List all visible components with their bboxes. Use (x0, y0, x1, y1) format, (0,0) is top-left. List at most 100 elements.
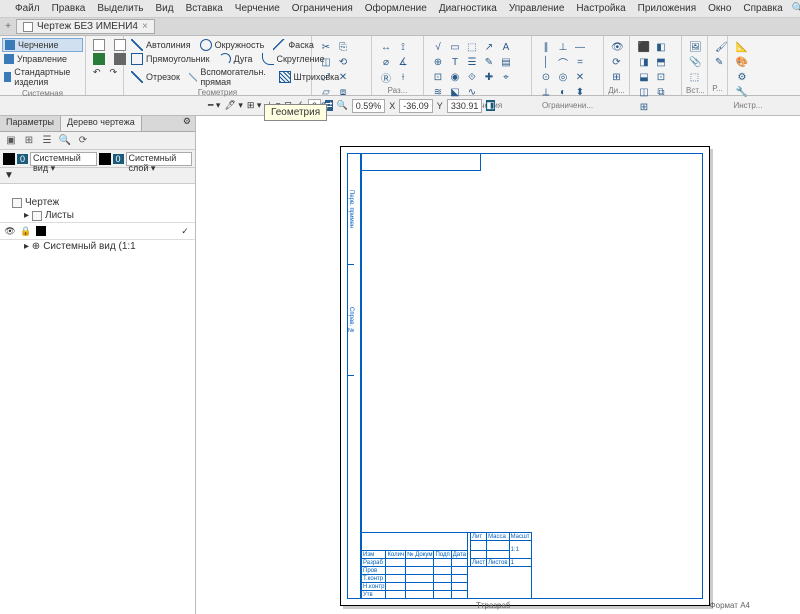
instr-tool[interactable]: 🔧 (734, 85, 750, 99)
t-tool[interactable]: ✎ (714, 55, 724, 69)
autoline-tool[interactable]: Автолиния (128, 38, 194, 52)
constr-tool[interactable]: = (572, 55, 588, 69)
menu-view[interactable]: Вид (151, 2, 179, 15)
ins-tool[interactable]: 📎 (688, 55, 702, 69)
tree-btn[interactable]: 🔍 (57, 134, 73, 148)
snap-toggle[interactable]: ⊞ ▾ (247, 100, 262, 111)
annot-tool[interactable]: ✚ (481, 70, 497, 84)
annot-tool[interactable]: ⊕ (430, 55, 446, 69)
tree-btn[interactable]: ☰ (39, 134, 55, 148)
instr-tool[interactable]: ⚙ (734, 70, 750, 84)
menu-select[interactable]: Выделить (92, 2, 148, 15)
menu-help[interactable]: Справка (738, 2, 787, 15)
dim-tool[interactable]: Ⓡ (378, 70, 394, 84)
zoom-value[interactable]: 0.59% (352, 99, 386, 113)
annot-tool[interactable]: ⬕ (447, 85, 463, 99)
constr-tool[interactable]: — (572, 40, 588, 54)
annot-tool[interactable]: ⌖ (498, 70, 514, 84)
segment-tool[interactable]: Отрезок (128, 70, 183, 84)
dim-tool[interactable]: ∡ (395, 55, 411, 69)
save-button[interactable] (90, 52, 108, 66)
view-tool[interactable]: ◫ (636, 85, 652, 99)
menu-settings[interactable]: Настройка (571, 2, 630, 15)
edit-tool[interactable]: ⧈ (335, 85, 351, 99)
layer-selector[interactable]: Системный слой ▾ (126, 152, 192, 166)
menu-edit[interactable]: Правка (47, 2, 91, 15)
menu-window[interactable]: Окно (703, 2, 736, 15)
dim-tool[interactable]: ⌀ (378, 55, 394, 69)
tab-close-button[interactable]: × (142, 21, 148, 32)
annot-tool[interactable]: ✎ (481, 55, 497, 69)
view-tool[interactable]: ⊞ (636, 100, 652, 114)
constr-tool[interactable]: ⟂ (538, 85, 554, 99)
constr-tool[interactable]: ⬍ (572, 85, 588, 99)
diag-tool[interactable]: ⊞ (610, 70, 623, 84)
constr-tool[interactable]: ◎ (555, 70, 571, 84)
linetype-dropdown[interactable]: ━ ▾ (208, 100, 220, 111)
mode-std-parts[interactable]: Стандартные изделия (2, 66, 83, 88)
menu-format[interactable]: Оформление (360, 2, 432, 15)
annot-tool[interactable]: T (447, 55, 463, 69)
mode-drawing[interactable]: Черчение (2, 38, 83, 52)
swatch-icon[interactable] (36, 226, 46, 236)
tree-system-view[interactable]: ▸ ⊕ Системный вид (1:1 (0, 240, 195, 253)
constr-tool[interactable]: ∥ (538, 40, 554, 54)
menu-manage[interactable]: Управление (504, 2, 570, 15)
annot-tool[interactable]: ☰ (464, 55, 480, 69)
annot-tool[interactable]: ▤ (498, 55, 514, 69)
tab-tree[interactable]: Дерево чертежа (61, 116, 142, 131)
rectangle-tool[interactable]: Прямоугольник (128, 52, 213, 66)
filter-icon[interactable]: ▼ (4, 170, 14, 181)
extra-button[interactable]: ◧ (486, 100, 495, 111)
instr-tool[interactable]: 🎨 (734, 55, 750, 69)
tree-btn[interactable]: ⊞ (21, 134, 37, 148)
annot-tool[interactable]: ◉ (447, 70, 463, 84)
edit-tool[interactable]: ▱ (318, 85, 334, 99)
diag-tool[interactable]: 👁 (610, 40, 625, 54)
color-dropdown[interactable]: 🖊 ▾ (224, 100, 242, 111)
annot-tool[interactable]: ↗ (481, 40, 497, 54)
constr-tool[interactable]: ✕ (572, 70, 588, 84)
diag-tool[interactable]: ⟳ (610, 55, 623, 69)
edit-tool[interactable]: ✂ (318, 40, 334, 54)
edit-tool[interactable]: ⎘ (335, 40, 351, 54)
view-tool[interactable]: ⬓ (636, 70, 652, 84)
auxline-tool[interactable]: Вспомогательн. прямая (186, 66, 273, 88)
panel-settings-icon[interactable]: ⚙ (179, 116, 195, 131)
tree-btn[interactable]: ▣ (3, 134, 19, 148)
edit-tool[interactable]: ◫ (318, 55, 334, 69)
view-tool[interactable]: ⬒ (653, 55, 669, 69)
edit-tool[interactable]: ⟲ (335, 55, 351, 69)
lock-icon[interactable]: 🔒 (20, 225, 32, 237)
t-tool[interactable]: 🖌 (714, 40, 729, 54)
instr-tool[interactable]: 📐 (734, 40, 750, 54)
tree-sheets[interactable]: ▸ Листы (0, 209, 195, 222)
view-tool[interactable]: ◧ (653, 40, 669, 54)
constr-tool[interactable]: ⊙ (538, 70, 554, 84)
annot-tool[interactable]: ⟐ (464, 70, 480, 84)
annot-tool[interactable]: ≋ (430, 85, 446, 99)
menu-insert[interactable]: Вставка (181, 2, 228, 15)
circle-tool[interactable]: Окружность (197, 38, 268, 52)
view-tool[interactable]: ◨ (636, 55, 652, 69)
mode-control[interactable]: Управление (2, 53, 83, 65)
status-icon[interactable]: ✓ (179, 225, 191, 237)
menu-file[interactable]: Файл (10, 2, 45, 15)
visibility-icon[interactable]: 👁 (4, 225, 16, 237)
dim-tool[interactable]: ↔ (378, 40, 394, 54)
constr-tool[interactable]: ◐ (555, 85, 571, 99)
drawing-canvas[interactable]: Перв. примен Справ. № ЛитМассаМасшт 1:1 … (196, 116, 800, 614)
document-tab[interactable]: Чертеж БЕЗ ИМЕНИ4 × (16, 19, 155, 34)
constr-tool[interactable]: ⌒ (555, 55, 571, 69)
annot-tool[interactable]: A (498, 40, 514, 54)
tree-root[interactable]: Чертеж (0, 196, 195, 209)
dim-tool[interactable]: ⟟ (395, 40, 411, 54)
annot-tool[interactable]: ∿ (464, 85, 480, 99)
annot-tool[interactable]: ▭ (447, 40, 463, 54)
new-tab-button[interactable]: + (0, 21, 16, 32)
menu-draw[interactable]: Черчение (230, 2, 285, 15)
chamfer-tool[interactable]: Фаска (270, 38, 317, 52)
menu-constraints[interactable]: Ограничения (287, 2, 358, 15)
arc-tool[interactable]: Дуга (216, 52, 256, 66)
constr-tool[interactable]: │ (538, 55, 554, 69)
